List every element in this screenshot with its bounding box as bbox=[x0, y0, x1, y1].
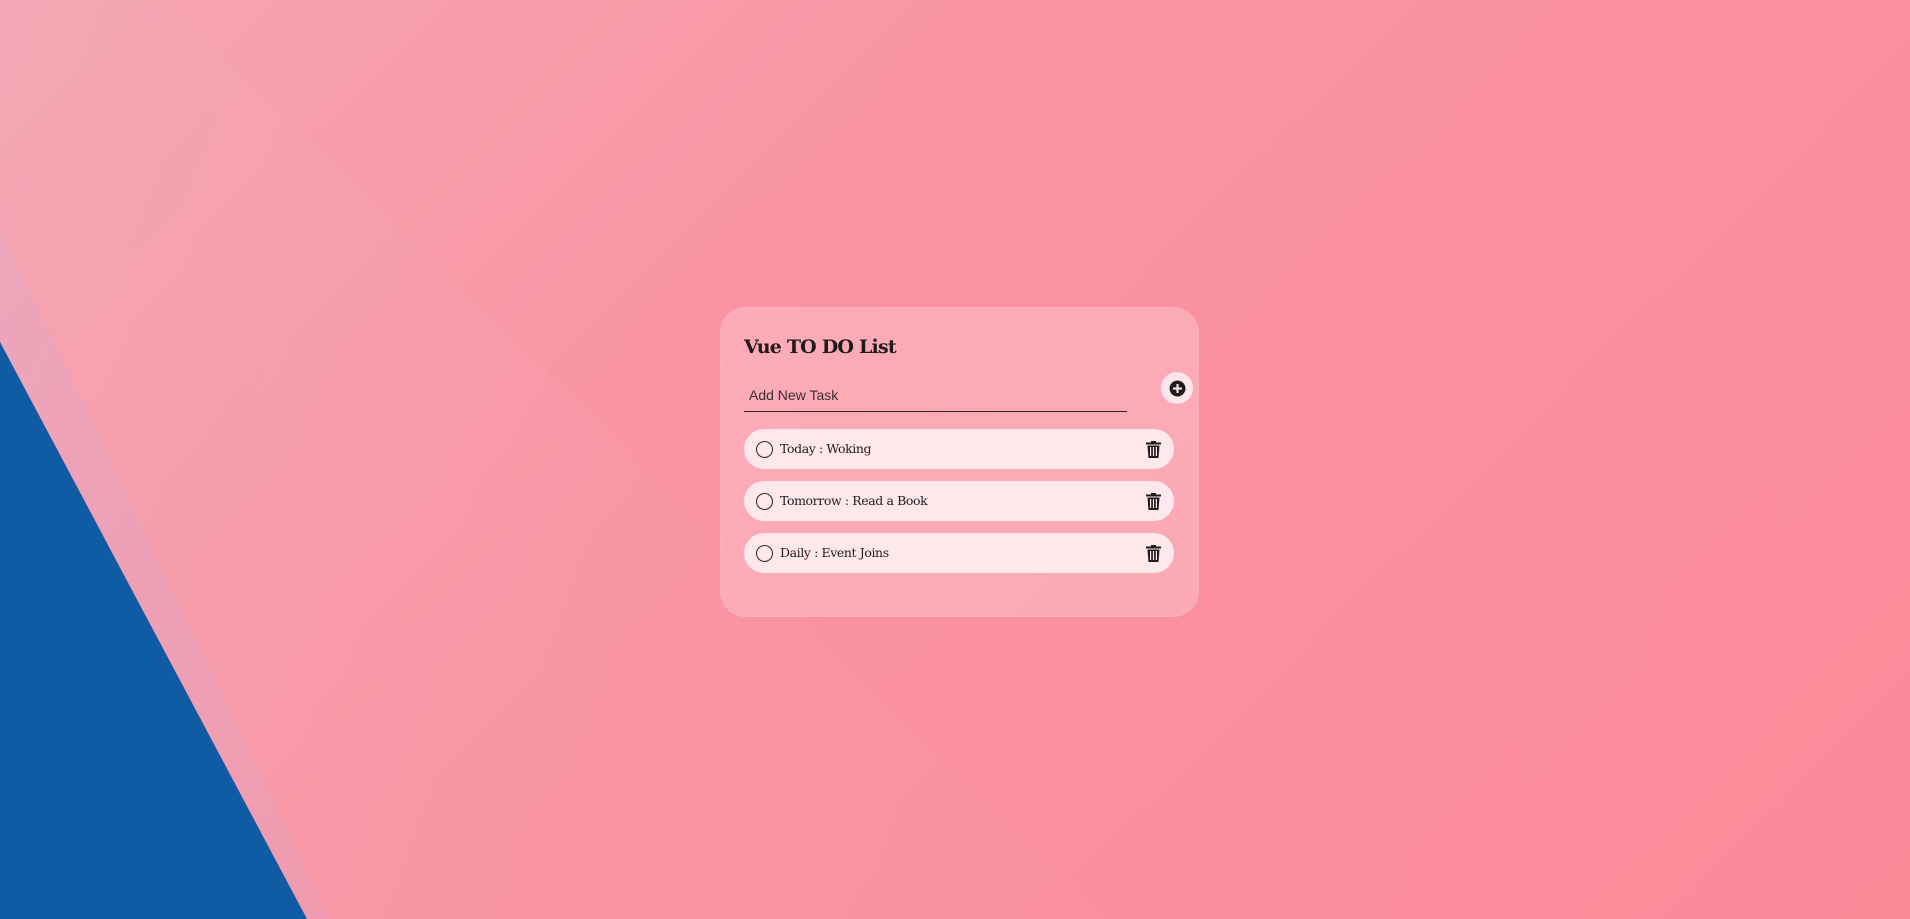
task-item: Daily : Event Joins bbox=[744, 533, 1174, 573]
todo-card: Vue TO DO List Today : Woking bbox=[720, 307, 1199, 617]
trash-icon bbox=[1145, 544, 1161, 562]
task-list: Today : Woking Tomorrow : Read a Book Da… bbox=[744, 429, 1174, 573]
plus-circle-icon bbox=[1169, 380, 1185, 396]
trash-icon bbox=[1145, 440, 1161, 458]
task-checkbox[interactable] bbox=[756, 493, 773, 510]
trash-icon bbox=[1145, 492, 1161, 510]
task-item: Today : Woking bbox=[744, 429, 1174, 469]
task-label: Daily : Event Joins bbox=[780, 545, 889, 560]
task-label: Today : Woking bbox=[780, 441, 872, 456]
delete-task-button[interactable] bbox=[1144, 544, 1162, 562]
task-item: Tomorrow : Read a Book bbox=[744, 481, 1174, 521]
add-task-row bbox=[744, 372, 1193, 412]
lavender-shape bbox=[0, 230, 330, 919]
task-label: Tomorrow : Read a Book bbox=[780, 493, 928, 508]
delete-task-button[interactable] bbox=[1144, 440, 1162, 458]
blue-corner-shape bbox=[0, 342, 307, 919]
task-checkbox[interactable] bbox=[756, 441, 773, 458]
task-checkbox[interactable] bbox=[756, 545, 773, 562]
delete-task-button[interactable] bbox=[1144, 492, 1162, 510]
add-task-button[interactable] bbox=[1161, 372, 1193, 404]
app-title: Vue TO DO List bbox=[744, 336, 897, 358]
add-task-input[interactable] bbox=[744, 378, 1127, 412]
